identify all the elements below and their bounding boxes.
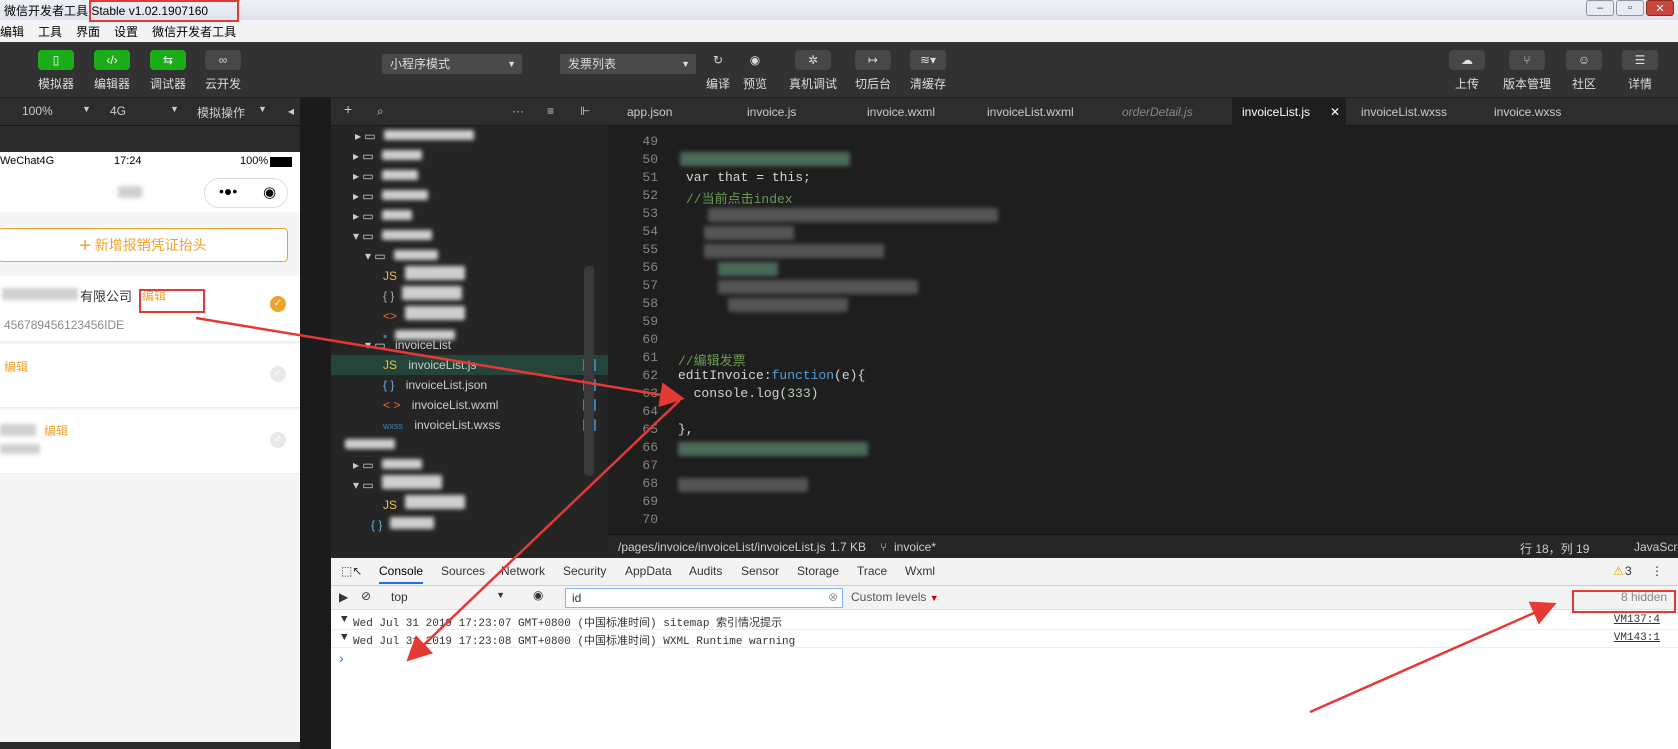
arrow-to-code xyxy=(195,316,685,408)
annotation-arrows xyxy=(195,316,1557,714)
arrow-to-hidden xyxy=(1309,601,1557,714)
arrow-to-console xyxy=(406,399,681,662)
